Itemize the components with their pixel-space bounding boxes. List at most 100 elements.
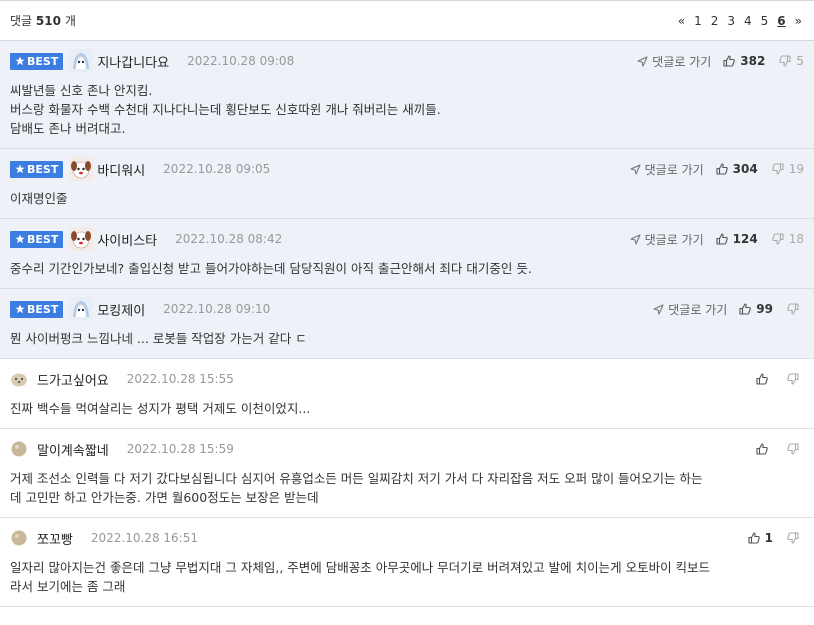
thumbs-up-icon (748, 532, 760, 544)
author-nickname[interactable]: 드가고싶어요 (37, 370, 109, 389)
comment-meta: BEST 지나갑니다요 2022.10.28 09:08 댓글로 가기 382 5 (10, 41, 804, 81)
comment-actions: 1 (748, 531, 804, 545)
downvote-button[interactable] (787, 373, 804, 385)
pager-page-2[interactable]: 2 (711, 14, 719, 28)
avatar[interactable] (10, 370, 28, 388)
comment-date: 2022.10.28 15:59 (126, 442, 234, 456)
best-badge: BEST (10, 300, 64, 318)
comment-line: 씨발년들 신호 존나 안지킴. (10, 83, 153, 98)
comment-body: 일자리 많아지는건 좋은데 그냥 무법지대 그 자체임,, 주변에 담배꽁초 아… (10, 558, 804, 606)
best-comment: BEST 모킹제이 2022.10.28 09:10 댓글로 가기 99 뭔 사이버펑크 … (0, 289, 814, 359)
comment-actions: 댓글로 가기 382 5 (637, 53, 804, 70)
avatar[interactable] (10, 529, 28, 547)
upvote-button[interactable] (756, 443, 773, 455)
comment-body: 진짜 백수들 먹여살리는 성지가 평택 거제도 이천이었지... (10, 399, 804, 428)
downvote-button[interactable] (787, 532, 804, 544)
upvote-button[interactable]: 382 (723, 54, 765, 68)
comment-line: 라서 보기에는 좀 그래 (10, 579, 126, 594)
pager-page-3[interactable]: 3 (727, 14, 735, 28)
comment: 드가고싶어요 2022.10.28 15:55 진짜 백수들 먹여살리는 성지가 평… (0, 359, 814, 429)
avatar[interactable] (69, 227, 94, 251)
downvote-button[interactable]: 5 (779, 54, 804, 68)
best-comment-list: BEST 지나갑니다요 2022.10.28 09:08 댓글로 가기 382 5 씨발년들… (0, 41, 814, 359)
author-nickname[interactable]: 지나갑니다요 (97, 52, 169, 71)
author-nickname[interactable]: 사이비스타 (97, 230, 157, 249)
best-comment: BEST 바디워시 2022.10.28 09:05 댓글로 가기 304 19 이재명인줄 (0, 149, 814, 219)
comment-date: 2022.10.28 09:05 (163, 162, 271, 176)
goto-comment-link[interactable]: 댓글로 가기 (637, 53, 711, 70)
best-label: BEST (27, 302, 59, 316)
pager-page-6-current[interactable]: 6 (777, 14, 785, 28)
thumbs-down-icon (787, 532, 799, 544)
best-badge: BEST (10, 52, 64, 70)
comment-body: 거제 조선소 인력들 다 저기 갔다보심됩니다 심지어 유흥업소든 머든 일찌감… (10, 469, 804, 517)
author-nickname[interactable]: 모킹제이 (97, 300, 145, 319)
upvote-count: 99 (756, 302, 773, 316)
upvote-button[interactable] (756, 373, 773, 385)
pagination: « 1 2 3 4 5 6 » (678, 14, 802, 28)
comment: 쪼꼬빵 2022.10.28 16:51 1 일자리 많아지는건 좋은데 그냥 무법지… (0, 518, 814, 607)
comment-date: 2022.10.28 08:42 (175, 232, 283, 246)
comment-meta: 쪼꼬빵 2022.10.28 16:51 1 (10, 518, 804, 558)
goto-comment-link[interactable]: 댓글로 가기 (630, 161, 704, 178)
comment-actions: 댓글로 가기 124 18 (630, 231, 804, 248)
pager-page-5[interactable]: 5 (761, 14, 769, 28)
goto-comment-link[interactable]: 댓글로 가기 (630, 231, 704, 248)
comments-header: 댓글 510 개 « 1 2 3 4 5 6 » (0, 0, 814, 41)
comment-date: 2022.10.28 16:51 (90, 531, 198, 545)
goto-comment-link[interactable]: 댓글로 가기 (653, 301, 727, 318)
downvote-count: 5 (796, 54, 804, 68)
upvote-count: 1 (764, 531, 773, 545)
avatar[interactable] (69, 157, 94, 181)
author-nickname[interactable]: 쪼꼬빵 (37, 529, 73, 548)
comment-actions (756, 443, 804, 455)
send-arrow-icon (630, 233, 641, 245)
comment-meta: BEST 사이비스타 2022.10.28 08:42 댓글로 가기 124 18 (10, 219, 804, 259)
avatar[interactable] (69, 297, 94, 321)
thumbs-down-icon (787, 373, 799, 385)
thumbs-down-icon (779, 55, 791, 67)
best-comment: BEST 사이비스타 2022.10.28 08:42 댓글로 가기 124 18 중수리 … (0, 219, 814, 289)
comment-actions: 댓글로 가기 99 (653, 301, 804, 318)
comment-line: 거제 조선소 인력들 다 저기 갔다보심됩니다 심지어 유흥업소든 머든 일찌감… (10, 471, 703, 486)
comment-meta: BEST 바디워시 2022.10.28 09:05 댓글로 가기 304 19 (10, 149, 804, 189)
author-nickname[interactable]: 바디워시 (97, 160, 145, 179)
upvote-count: 304 (732, 162, 758, 176)
upvote-button[interactable]: 99 (739, 302, 773, 316)
downvote-button[interactable]: 18 (771, 232, 804, 246)
comment-list: 드가고싶어요 2022.10.28 15:55 진짜 백수들 먹여살리는 성지가 평… (0, 359, 814, 607)
pager-page-1[interactable]: 1 (694, 14, 702, 28)
comment-actions (756, 373, 804, 385)
goto-comment-label: 댓글로 가기 (668, 302, 728, 317)
comment-line: 일자리 많아지는건 좋은데 그냥 무법지대 그 자체임,, 주변에 담배꽁초 아… (10, 560, 711, 575)
pager-last[interactable]: » (795, 14, 802, 28)
goto-comment-label: 댓글로 가기 (652, 54, 712, 69)
thumbs-up-icon (739, 303, 752, 315)
pager-first[interactable]: « (678, 14, 685, 28)
avatar[interactable] (69, 49, 94, 73)
best-label: BEST (27, 162, 59, 176)
avatar[interactable] (10, 440, 28, 458)
upvote-button[interactable]: 304 (716, 162, 758, 176)
downvote-button[interactable] (787, 303, 804, 315)
downvote-count: 19 (788, 162, 804, 176)
pager-page-4[interactable]: 4 (744, 14, 752, 28)
comment-line: 담배도 존나 버려대고. (10, 121, 126, 136)
upvote-button[interactable]: 124 (716, 232, 758, 246)
comment-line: 데 고민만 하고 안가는중. 가면 월600정도는 보장은 받는데 (10, 490, 319, 505)
author-nickname[interactable]: 말이계속짧네 (37, 440, 109, 459)
thumbs-down-icon (787, 303, 799, 315)
downvote-button[interactable] (787, 443, 804, 455)
send-arrow-icon (653, 303, 664, 315)
comment-body: 이재명인줄 (10, 189, 804, 218)
best-label: BEST (27, 232, 59, 246)
comment-line: 이재명인줄 (10, 191, 68, 206)
star-icon (15, 304, 25, 314)
upvote-button[interactable]: 1 (748, 531, 773, 545)
best-comment: BEST 지나갑니다요 2022.10.28 09:08 댓글로 가기 382 5 씨발년들… (0, 41, 814, 149)
upvote-count: 124 (732, 232, 758, 246)
comment-body: 씨발년들 신호 존나 안지킴. 버스랑 화물자 수백 수천대 지나다니는데 횡단보… (10, 81, 804, 148)
comment-meta: 드가고싶어요 2022.10.28 15:55 (10, 359, 804, 399)
star-icon (15, 164, 25, 174)
downvote-button[interactable]: 19 (771, 162, 804, 176)
